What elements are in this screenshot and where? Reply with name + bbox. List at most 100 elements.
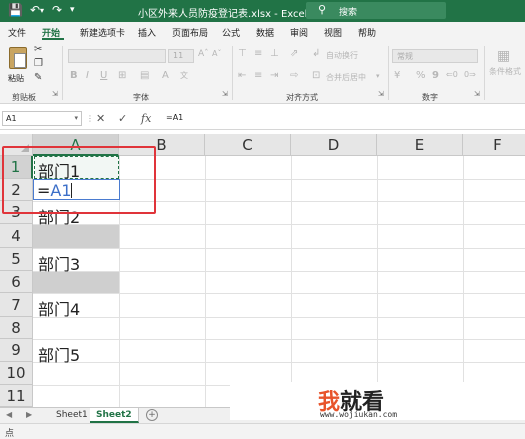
conditional-format-button[interactable]: 条件格式 <box>489 66 521 77</box>
tab-data[interactable]: 数据 <box>256 26 274 39</box>
gridline <box>33 339 525 340</box>
window-title: 小区外来人员防疫登记表.xlsx - Excel <box>138 9 308 20</box>
number-format-box[interactable]: 常规 <box>392 49 478 63</box>
formula-input[interactable]: =A1 <box>166 113 183 122</box>
increase-font-icon[interactable]: Aˆ <box>198 49 209 59</box>
group-separator <box>232 46 233 100</box>
cell-a4-filled[interactable] <box>33 225 119 248</box>
font-size-box[interactable]: 11 <box>168 49 194 63</box>
font-name-box[interactable] <box>68 49 166 63</box>
number-launcher-icon[interactable]: ⇲ <box>474 90 480 98</box>
gridline <box>463 156 464 407</box>
tab-view[interactable]: 视图 <box>324 26 342 39</box>
name-box[interactable]: A1 ▾ <box>2 111 82 126</box>
column-header-c[interactable]: C <box>205 134 291 156</box>
alignment-launcher-icon[interactable]: ⇲ <box>378 90 384 98</box>
fill-color-icon[interactable]: ▤ <box>140 70 149 81</box>
column-header-e[interactable]: E <box>377 134 463 156</box>
bold-icon[interactable]: B <box>70 70 78 81</box>
cancel-icon[interactable]: ✕ <box>96 112 105 125</box>
font-launcher-icon[interactable]: ⇲ <box>222 90 228 98</box>
row-header-5[interactable]: 5 <box>0 248 33 271</box>
row-header-4[interactable]: 4 <box>0 224 33 248</box>
font-size-value: 11 <box>173 51 184 60</box>
sheet-tab-2[interactable]: Sheet2 <box>90 408 139 423</box>
row-header-7[interactable]: 7 <box>0 293 33 317</box>
clipboard-launcher-icon[interactable]: ⇲ <box>52 90 58 98</box>
format-painter-icon[interactable]: ✎ <box>34 72 42 83</box>
row-header-10[interactable]: 10 <box>0 362 33 385</box>
font-color-icon[interactable]: A <box>162 70 169 81</box>
indent-icon[interactable]: ⇨ <box>290 70 298 81</box>
conditional-format-icon[interactable]: ▦ <box>497 48 510 64</box>
redo-icon[interactable]: ↷ <box>52 3 62 17</box>
search-icon: ⚲ <box>318 3 327 16</box>
italic-icon[interactable]: I <box>86 70 89 81</box>
search-box[interactable]: ⚲ 搜索 <box>306 2 446 19</box>
percent-icon[interactable]: % <box>416 70 426 81</box>
align-bottom-icon[interactable]: ⊥ <box>270 48 279 59</box>
increase-decimal-icon[interactable]: ⇐0 <box>446 70 458 79</box>
tab-file[interactable]: 文件 <box>8 26 26 39</box>
decrease-font-icon[interactable]: Aˇ <box>212 49 221 58</box>
cell-a9[interactable]: 部门5 <box>38 342 80 366</box>
orientation-icon[interactable]: ⇗ <box>290 48 298 59</box>
borders-icon[interactable]: ⊞ <box>118 70 126 81</box>
currency-icon[interactable]: ¥ <box>394 70 400 81</box>
copy-icon[interactable]: ❐ <box>34 58 43 69</box>
paste-label[interactable]: 粘贴 <box>8 73 24 84</box>
row-header-6[interactable]: 6 <box>0 271 33 293</box>
align-top-icon[interactable]: ⊤ <box>238 48 247 59</box>
insert-function-icon[interactable]: fx <box>141 112 151 125</box>
status-mode: 点 <box>5 429 15 439</box>
group-separator <box>62 46 63 100</box>
tab-review[interactable]: 审阅 <box>290 26 308 39</box>
watermark-url: www.wojiukan.com <box>320 410 398 419</box>
sheet-tab-1[interactable]: Sheet1 <box>50 408 95 423</box>
cell-a5[interactable]: 部门3 <box>38 251 80 275</box>
tab-formulas[interactable]: 公式 <box>222 26 240 39</box>
column-header-f[interactable]: F <box>463 134 525 156</box>
row-header-11[interactable]: 11 <box>0 385 33 407</box>
decrease-decimal-icon[interactable]: 0⇒ <box>464 70 476 79</box>
add-sheet-icon[interactable]: + <box>146 409 158 421</box>
sheet-nav-next-icon[interactable]: ▶ <box>26 410 32 419</box>
comma-icon[interactable]: 9 <box>432 70 439 81</box>
tab-new-tab[interactable]: 新建选项卡 <box>80 26 125 39</box>
ribbon: 粘贴 ✂ ❐ ✎ 剪贴板 ⇲ 11 Aˆ Aˇ B I U ⊞ ▤ A 文 字体… <box>0 42 525 104</box>
customize-quick-access-icon[interactable]: ▾ <box>70 5 75 15</box>
group-label-font: 字体 <box>133 93 149 102</box>
group-label-alignment: 对齐方式 <box>286 93 318 102</box>
name-box-dropdown-icon[interactable]: ▾ <box>74 114 78 122</box>
enter-icon[interactable]: ✓ <box>118 112 127 125</box>
align-left-icon[interactable]: ⇤ <box>238 70 246 81</box>
wrap-text-icon[interactable]: ↲ <box>312 48 320 59</box>
sheet-nav-prev-icon[interactable]: ◀ <box>6 410 12 419</box>
tab-help[interactable]: 帮助 <box>358 26 376 39</box>
merge-dropdown-icon[interactable]: ▾ <box>376 72 380 80</box>
row-header-8[interactable]: 8 <box>0 317 33 339</box>
tab-insert[interactable]: 插入 <box>138 26 156 39</box>
align-center-icon[interactable]: ≡ <box>254 70 262 81</box>
ribbon-tabs: 文件 开始 新建选项卡 插入 页面布局 公式 数据 审阅 视图 帮助 <box>0 22 525 42</box>
phonetic-icon[interactable]: 文 <box>180 70 188 81</box>
gridline <box>33 317 525 318</box>
column-header-d[interactable]: D <box>291 134 377 156</box>
wrap-text-button[interactable]: 自动换行 <box>326 50 358 61</box>
undo-dropdown-icon[interactable]: ▾ <box>40 6 44 15</box>
save-icon[interactable]: 💾 <box>8 3 23 17</box>
align-right-icon[interactable]: ⇥ <box>270 70 278 81</box>
cut-icon[interactable]: ✂ <box>34 44 42 55</box>
align-middle-icon[interactable]: ≡ <box>254 48 262 59</box>
search-placeholder: 搜索 <box>339 8 358 18</box>
cell-a6-filled[interactable] <box>33 272 119 293</box>
underline-icon[interactable]: U <box>100 70 107 81</box>
tab-page-layout[interactable]: 页面布局 <box>172 26 208 39</box>
group-separator <box>484 46 485 100</box>
paste-icon[interactable] <box>9 47 27 69</box>
undo-icon[interactable]: ↶ <box>30 3 40 17</box>
row-header-9[interactable]: 9 <box>0 339 33 362</box>
merge-center-icon[interactable]: ⊡ <box>312 70 320 81</box>
merge-center-button[interactable]: 合并后居中 <box>326 72 366 83</box>
cell-a7[interactable]: 部门4 <box>38 296 80 320</box>
